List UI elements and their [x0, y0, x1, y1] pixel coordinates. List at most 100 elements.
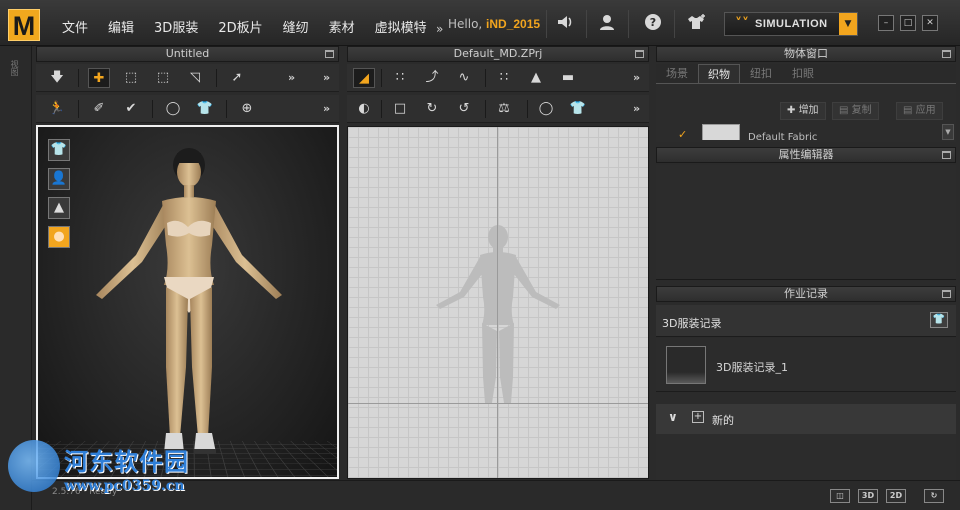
- simulation-chevron-icon: ˅˅: [735, 16, 749, 32]
- view-3d-button[interactable]: 3D: [858, 489, 878, 503]
- username: iND_2015: [486, 17, 541, 31]
- polygon-icon[interactable]: ▲: [525, 68, 547, 88]
- tab-scene[interactable]: 场景: [656, 64, 698, 83]
- transform-icon[interactable]: ⬚: [152, 68, 174, 88]
- box-select-icon[interactable]: ⬚: [120, 68, 142, 88]
- snapshot-icon[interactable]: 👕: [930, 312, 948, 328]
- edit-point-icon[interactable]: ∷: [389, 68, 411, 88]
- popout-icon[interactable]: [942, 50, 951, 58]
- needle-icon[interactable]: ✐: [88, 99, 110, 119]
- rotate-2d-icon[interactable]: ↺: [453, 99, 475, 119]
- tab-fabric[interactable]: 织物: [698, 64, 740, 83]
- plus-icon[interactable]: +: [692, 411, 704, 423]
- fabric-list-item[interactable]: ✓ Default Fabric: [656, 124, 942, 140]
- history-title-text: 作业记录: [784, 287, 828, 300]
- toolbar-separator: [485, 100, 486, 118]
- top-menu-bar: M 文件 编辑 3D服装 2D板片 缝纫 素材 虚拟模特 » Hello, iN…: [0, 0, 960, 46]
- menu-3d-garment[interactable]: 3D服装: [144, 17, 208, 36]
- chevron-down-icon[interactable]: ∨: [668, 410, 678, 424]
- panel-2d-title-text: Default_MD.ZPrj: [453, 47, 543, 60]
- curve-point-icon[interactable]: ⤴: [421, 68, 443, 88]
- apply-fabric-label: 应用: [915, 105, 936, 116]
- 2d-select-icon[interactable]: ◢: [353, 68, 375, 88]
- maximize-icon[interactable]: □: [900, 15, 916, 31]
- simulation-dropdown-icon[interactable]: ▼: [839, 13, 857, 35]
- property-editor-title-text: 属性编辑器: [778, 148, 834, 161]
- tab-buttonhole[interactable]: 扣眼: [782, 64, 824, 83]
- rectangle-icon[interactable]: ▬: [557, 68, 579, 88]
- toolbar-overflow-icon[interactable]: »: [633, 102, 640, 115]
- viewport-2d[interactable]: [347, 126, 649, 479]
- 2d-toolbar-row-1: ◢ ∷ ⤴ ∿ ∷ ▲ ▬ »: [347, 64, 649, 92]
- menu-file[interactable]: 文件: [52, 17, 98, 36]
- menu-edit[interactable]: 编辑: [98, 17, 144, 36]
- menu-avatar[interactable]: 虚拟模特: [365, 17, 437, 36]
- history-header-label: 3D服装记录: [662, 317, 722, 330]
- select-move-icon[interactable]: ✚: [88, 68, 110, 88]
- internal-shape-icon[interactable]: ◐: [353, 99, 375, 119]
- toolbar-overflow-icon[interactable]: »: [288, 71, 295, 84]
- toolbar-separator: [226, 100, 227, 118]
- toolbar-overflow-icon[interactable]: »: [323, 102, 330, 115]
- brush-icon[interactable]: ✔: [120, 99, 142, 119]
- toolbar-separator: [381, 69, 382, 87]
- fold-2d-icon[interactable]: ↻: [421, 99, 443, 119]
- close-icon[interactable]: ✕: [922, 15, 938, 31]
- dart-icon[interactable]: □: [389, 99, 411, 119]
- left-strip-label: 视图: [10, 60, 19, 76]
- history-item[interactable]: 3D服装记录_1: [656, 338, 956, 392]
- add-point-icon[interactable]: ⊕: [236, 99, 258, 119]
- attach-2d-icon[interactable]: ◯: [535, 99, 557, 119]
- show-garment-icon[interactable]: 👕: [48, 139, 70, 161]
- toolbar-separator: [628, 10, 629, 38]
- tab-button[interactable]: 纽扣: [740, 64, 782, 83]
- add-garment-icon[interactable]: [686, 13, 708, 35]
- viewport-3d[interactable]: 👕 👤 ▲ ●: [36, 125, 339, 479]
- scrollbar-down-icon[interactable]: ▼: [942, 124, 954, 140]
- show-fabric-icon[interactable]: ▲: [48, 197, 70, 219]
- split-view-icon[interactable]: ◫: [830, 489, 850, 503]
- 3d-toolbar-row-1: 🡇 ✚ ⬚ ⬚ ◹ ➚ » »: [36, 64, 339, 92]
- menu-overflow-button[interactable]: »: [436, 22, 443, 36]
- toolbar-separator: [527, 100, 528, 118]
- refresh-icon[interactable]: ↻: [924, 489, 944, 503]
- garment-2d-icon[interactable]: 👕: [567, 99, 589, 119]
- add-point-2d-icon[interactable]: ∷: [493, 68, 515, 88]
- avatar-pose-icon[interactable]: 🏃: [46, 99, 68, 119]
- popout-icon[interactable]: [942, 151, 951, 159]
- garment-icon[interactable]: 👕: [194, 99, 216, 119]
- popout-icon[interactable]: [635, 50, 644, 58]
- history-new-row[interactable]: ∨ + 新的: [656, 404, 956, 434]
- toolbar-overflow-icon[interactable]: »: [633, 71, 640, 84]
- watermark-logo-icon: [8, 440, 60, 492]
- fold-icon[interactable]: ◹: [184, 68, 206, 88]
- apply-fabric-button[interactable]: ▤ 应用: [896, 102, 943, 120]
- speaker-icon[interactable]: [554, 13, 576, 35]
- user-icon[interactable]: [596, 13, 618, 35]
- popout-icon[interactable]: [942, 290, 951, 298]
- pin-icon[interactable]: ➚: [226, 68, 248, 88]
- history-title: 作业记录: [656, 286, 956, 302]
- add-fabric-button[interactable]: ✚ 增加: [780, 102, 826, 120]
- show-avatar-icon[interactable]: 👤: [48, 168, 70, 190]
- help-icon[interactable]: ?: [642, 13, 664, 35]
- toolbar-overflow-icon[interactable]: »: [323, 71, 330, 84]
- attach-icon[interactable]: ◯: [162, 99, 184, 119]
- popout-icon[interactable]: [325, 50, 334, 58]
- minimize-icon[interactable]: –: [878, 15, 894, 31]
- menu-sewing[interactable]: 缝纫: [273, 17, 319, 36]
- edit-curve-icon[interactable]: ∿: [453, 68, 475, 88]
- copy-fabric-button[interactable]: ▤ 复制: [832, 102, 879, 120]
- history-thumbnail: [666, 346, 706, 384]
- move-down-icon[interactable]: 🡇: [46, 68, 68, 88]
- avatar-skin-icon[interactable]: ●: [48, 226, 70, 248]
- menu-2d-pattern[interactable]: 2D板片: [208, 17, 272, 36]
- copy-fabric-label: 复制: [851, 105, 872, 116]
- property-editor-body: [656, 165, 956, 280]
- viewport-side-toolbar: 👕 👤 ▲ ●: [48, 139, 70, 255]
- toolbar-separator: [78, 100, 79, 118]
- simulation-button[interactable]: ˅˅ SIMULATION ▼: [724, 12, 858, 36]
- menu-materials[interactable]: 素材: [319, 17, 365, 36]
- iron-icon[interactable]: ⚖: [493, 99, 515, 119]
- view-2d-button[interactable]: 2D: [886, 489, 906, 503]
